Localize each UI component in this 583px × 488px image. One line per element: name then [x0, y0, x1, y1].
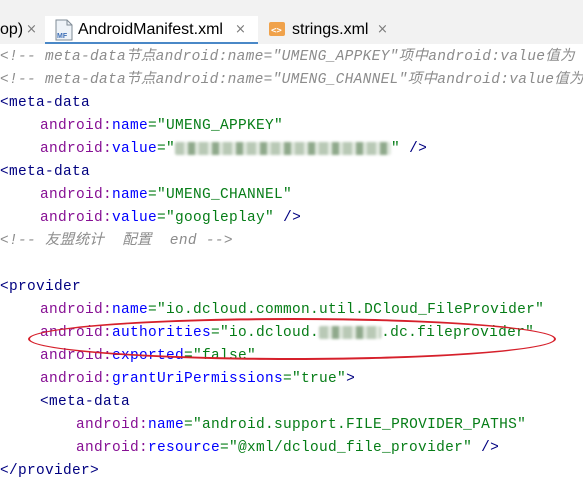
- code-editor[interactable]: <!-- meta-data节点android:name="UMENG_APPK…: [0, 44, 583, 488]
- xml-tag: <provider: [0, 279, 82, 295]
- attr-name: value: [112, 141, 158, 157]
- attr-namespace: android:: [40, 371, 113, 387]
- attr-name: name: [148, 417, 185, 433]
- xml-tag: />: [400, 141, 428, 157]
- attr-value: ="io.dcloud.common.util.DCloud_FileProvi…: [148, 302, 545, 318]
- xml-comment: <!-- meta-data节点android:name="UMENG_CHAN…: [0, 72, 583, 88]
- attr-value: ="true": [283, 371, 347, 387]
- code-line: <!-- meta-data节点android:name="UMENG_CHAN…: [0, 69, 583, 92]
- attr-value: ="@xml/dcloud_file_provider": [220, 440, 473, 456]
- attr-value: ="UMENG_CHANNEL": [148, 187, 293, 203]
- xml-tag: >: [346, 371, 356, 387]
- manifest-icon: MF: [55, 19, 73, 41]
- xml-tag: <meta-data: [40, 394, 131, 410]
- attr-namespace: android:: [40, 302, 113, 318]
- xml-tag: />: [472, 440, 500, 456]
- code-line: </provider>: [0, 460, 99, 483]
- close-icon[interactable]: ×: [235, 16, 246, 44]
- code-line: android:resource="@xml/dcloud_file_provi…: [76, 437, 499, 460]
- attr-name: grantUriPermissions: [112, 371, 284, 387]
- xml-comment: <!-- 友盟统计 配置 end -->: [0, 233, 233, 249]
- redacted-appkey: [175, 141, 392, 155]
- code-line: android:name="UMENG_CHANNEL": [40, 184, 292, 207]
- attr-name: resource: [148, 440, 221, 456]
- tab-label: strings.xml: [292, 21, 369, 38]
- code-line: android:value=" " />: [40, 138, 427, 161]
- attr-value: ": [391, 141, 401, 157]
- code-line: <!-- 友盟统计 配置 end -->: [0, 230, 233, 253]
- xml-file-icon: <>: [269, 22, 285, 36]
- attr-namespace: android:: [76, 440, 149, 456]
- code-line: android:name="UMENG_APPKEY": [40, 115, 283, 138]
- tab-androidmanifest[interactable]: MF AndroidManifest.xml ×: [45, 16, 258, 44]
- xml-tag: </provider>: [0, 463, 100, 479]
- attr-namespace: android:: [40, 118, 113, 134]
- attr-name: name: [112, 302, 149, 318]
- xml-comment: <!-- meta-data节点android:name="UMENG_APPK…: [0, 49, 575, 65]
- xml-tag: <meta-data: [0, 164, 91, 180]
- code-line: android:name="android.support.FILE_PROVI…: [76, 414, 526, 437]
- tab-label: op): [0, 21, 24, 38]
- attr-value: ="android.support.FILE_PROVIDER_PATHS": [184, 417, 527, 433]
- attr-namespace: android:: [40, 141, 113, 157]
- editor-tab-bar: op) × MF AndroidManifest.xml × <> string…: [0, 0, 583, 45]
- xml-tag: <meta-data: [0, 95, 91, 111]
- attr-namespace: android:: [40, 210, 113, 226]
- code-line: <meta-data: [0, 161, 90, 184]
- attr-value: ="googleplay": [157, 210, 275, 226]
- attr-name: value: [112, 210, 158, 226]
- attr-name: name: [112, 187, 149, 203]
- annotation-ellipse: [28, 318, 556, 360]
- close-icon[interactable]: ×: [377, 16, 388, 44]
- code-line: <provider: [0, 276, 81, 299]
- code-line: android:value="googleplay" />: [40, 207, 301, 230]
- attr-namespace: android:: [40, 187, 113, 203]
- svg-text:MF: MF: [57, 33, 68, 40]
- tab-strings-xml[interactable]: <> strings.xml ×: [262, 16, 392, 44]
- xml-tag: />: [274, 210, 302, 226]
- close-icon[interactable]: ×: [26, 16, 37, 44]
- attr-value: ="UMENG_APPKEY": [148, 118, 284, 134]
- attr-name: name: [112, 118, 149, 134]
- code-line: <meta-data: [0, 92, 90, 115]
- svg-text:<>: <>: [271, 26, 282, 36]
- tab-label: AndroidManifest.xml: [78, 21, 223, 38]
- tab-previous-file[interactable]: op) ×: [0, 16, 43, 44]
- code-line: android:grantUriPermissions="true">: [40, 368, 355, 391]
- code-line: <meta-data: [40, 391, 130, 414]
- code-line: <!-- meta-data节点android:name="UMENG_APPK…: [0, 46, 575, 69]
- attr-value: =": [157, 141, 176, 157]
- attr-namespace: android:: [76, 417, 149, 433]
